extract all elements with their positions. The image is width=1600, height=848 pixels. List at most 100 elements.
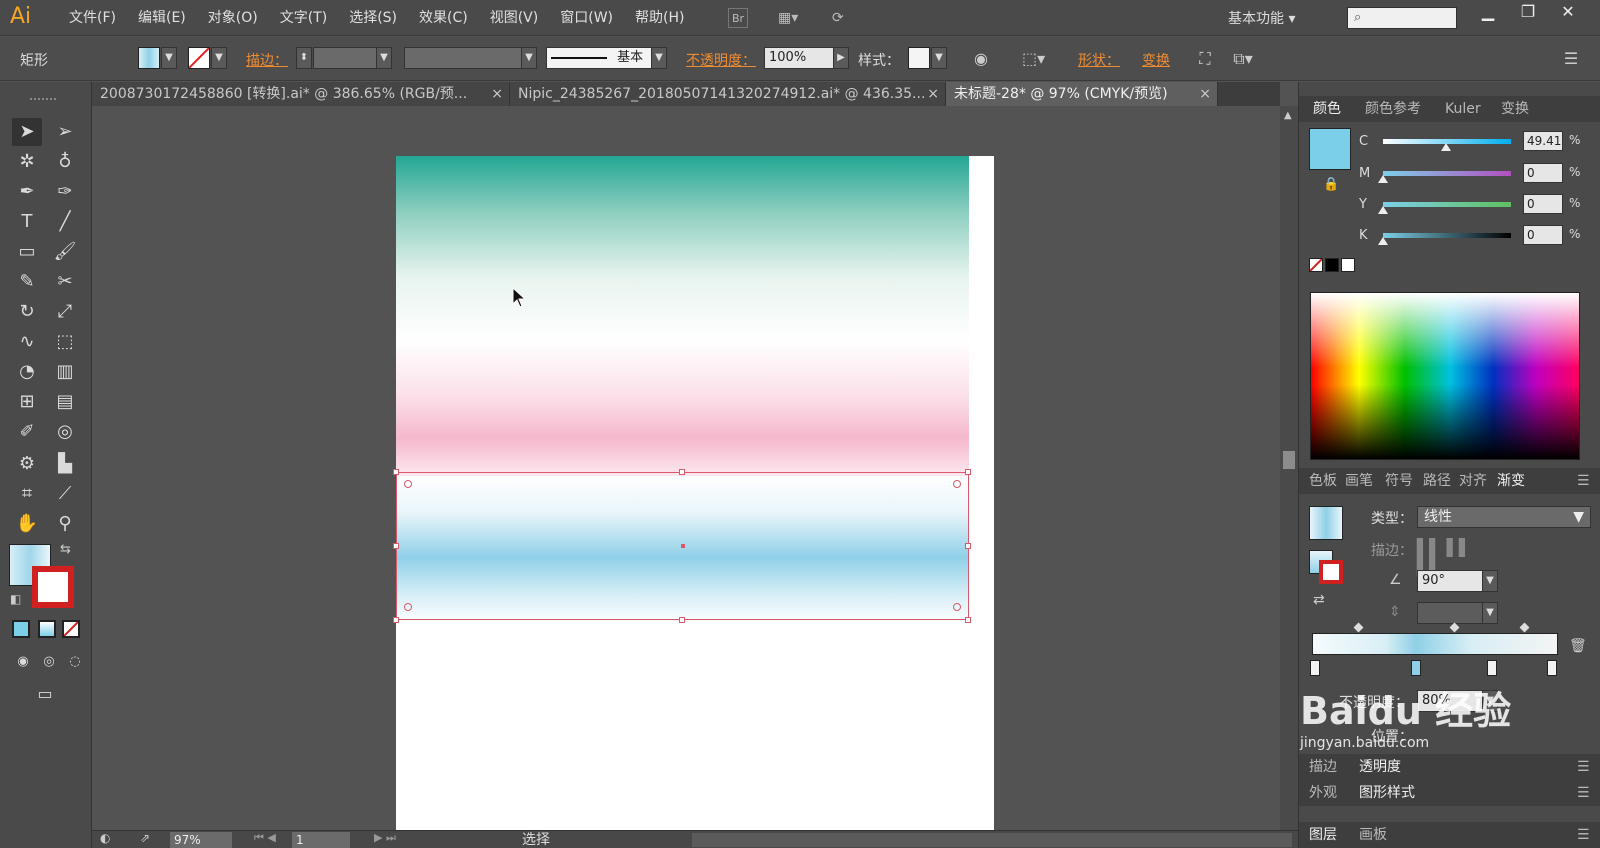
slider-thumb[interactable] [1378, 237, 1388, 245]
panel-menu-icon[interactable]: ☰ [1577, 468, 1590, 494]
handle-bottom-left[interactable] [393, 617, 399, 623]
eyedropper-tool-icon[interactable]: ✐ [12, 418, 42, 446]
restore-button[interactable]: ❐ [1508, 0, 1548, 24]
yellow-value[interactable]: 0 [1523, 194, 1563, 214]
blend-tool-icon[interactable]: ◎ [50, 418, 80, 446]
gradient-stop-3[interactable] [1487, 660, 1497, 676]
brush-dropdown[interactable]: ▼ [651, 47, 667, 69]
tab-document-2[interactable]: Nipic_24385267_20180507141320274912.ai* … [510, 82, 946, 106]
gradient-stop-2[interactable] [1411, 660, 1421, 676]
canvas-area[interactable] [92, 106, 1280, 830]
brush-definition[interactable]: 基本 [546, 47, 652, 69]
black-swatch[interactable] [1325, 258, 1339, 272]
direct-selection-tool-icon[interactable]: ➢ [50, 118, 80, 146]
gradient-slider[interactable] [1312, 633, 1558, 655]
page-field[interactable]: 1 [292, 832, 350, 848]
bridge-button[interactable]: Br [728, 8, 749, 28]
none-mode-icon[interactable] [62, 620, 80, 638]
corner-widget-top-right[interactable] [953, 480, 961, 488]
tab-symbols[interactable]: 符号 [1385, 468, 1413, 494]
artboard[interactable] [393, 156, 994, 830]
opacity-flyout[interactable]: ▶ [833, 47, 849, 69]
delete-stop-icon[interactable]: 🗑 [1569, 638, 1587, 654]
black-value[interactable]: 0 [1523, 225, 1563, 245]
panel-menu-icon[interactable]: ☰ [1577, 822, 1590, 848]
rotate-tool-icon[interactable]: ↻ [12, 298, 42, 326]
stroke-dropdown[interactable]: ▼ [211, 47, 227, 69]
handle-bottom-center[interactable] [679, 617, 685, 623]
recolor-icon[interactable]: ⧉▾ [1232, 48, 1254, 70]
menu-edit[interactable]: 编辑(E) [127, 0, 197, 36]
gradient-mode-icon[interactable] [38, 620, 56, 638]
panel-menu-icon[interactable]: ☰ [1577, 754, 1590, 780]
zoom-field[interactable]: 97% [170, 832, 232, 848]
tab-kuler[interactable]: Kuler [1445, 96, 1481, 122]
color-spectrum[interactable] [1310, 292, 1580, 460]
zoom-tool-icon[interactable]: ⚲ [50, 510, 80, 538]
midpoint-diamond-1[interactable] [1353, 622, 1364, 633]
panel-menu-icon[interactable]: ☰ [1560, 48, 1582, 70]
panel-menu-icon[interactable]: ☰ [1577, 780, 1590, 806]
style-dropdown[interactable]: ▼ [931, 47, 947, 69]
magenta-slider[interactable]: M 0 % [1299, 162, 1600, 188]
aspect-ratio-field[interactable] [1417, 602, 1483, 624]
opacity-link[interactable]: 不透明度： [686, 50, 756, 70]
first-page-icon[interactable]: ⏮ ◀ [254, 831, 276, 845]
magenta-value[interactable]: 0 [1523, 163, 1563, 183]
close-button[interactable]: ✕ [1548, 0, 1588, 24]
none-color-swatch[interactable] [1309, 258, 1323, 272]
tab-transform[interactable]: 变换 [1501, 96, 1529, 122]
gradient-type-select[interactable]: 线性 ▼ [1417, 506, 1591, 528]
variable-width-profile[interactable] [404, 47, 522, 69]
tab-document-3[interactable]: 未标题-28* @ 97% (CMYK/预览) × [946, 82, 1218, 106]
gradient-rectangle-top[interactable] [396, 156, 969, 476]
corner-widget-top-left[interactable] [404, 480, 412, 488]
handle-bottom-right[interactable] [965, 617, 971, 623]
paintbrush-tool-icon[interactable]: 🖌 [50, 238, 80, 266]
magenta-track[interactable] [1383, 171, 1511, 176]
tab-color-guide[interactable]: 颜色参考 [1365, 96, 1421, 122]
scrollbar-thumb[interactable] [1283, 451, 1295, 469]
color-mode-icon[interactable] [12, 620, 30, 638]
midpoint-diamond-3[interactable] [1519, 622, 1530, 633]
handle-middle-left[interactable] [393, 543, 399, 549]
close-tab-icon[interactable]: × [1199, 82, 1211, 106]
screen-mode-icon[interactable]: ▭ [30, 680, 60, 708]
handle-middle-right[interactable] [965, 543, 971, 549]
line-tool-icon[interactable]: ╱ [50, 208, 80, 236]
document-setup-icon[interactable]: ◉ [970, 48, 992, 70]
artboard-tool-icon[interactable]: ⌗ [12, 480, 42, 508]
close-tab-icon[interactable]: × [927, 82, 939, 106]
gradient-stop-1[interactable] [1310, 660, 1320, 676]
tab-color[interactable]: 颜色 [1313, 96, 1341, 122]
yellow-track[interactable] [1383, 202, 1511, 207]
sync-icon[interactable]: ⟳ [832, 8, 844, 28]
workspace-switcher[interactable]: 基本功能 ▾ [1228, 8, 1295, 28]
stroke-gradient-icons[interactable]: ▌▌ ▌▌ ▌▌ [1417, 538, 1497, 576]
tab-pathfinder[interactable]: 路径 [1423, 468, 1451, 494]
stroke-weight-dropdown[interactable]: ▼ [376, 47, 392, 69]
column-graph-tool-icon[interactable]: ▙ [50, 450, 80, 478]
cyan-value[interactable]: 49.41 [1523, 131, 1563, 151]
stroke-link[interactable]: 描边： [246, 50, 288, 70]
corner-widget-bottom-right[interactable] [953, 603, 961, 611]
menu-view[interactable]: 视图(V) [479, 0, 550, 36]
yellow-slider[interactable]: Y 0 % [1299, 193, 1600, 219]
handle-top-left[interactable] [393, 469, 399, 475]
shape-link[interactable]: 形状： [1078, 50, 1120, 70]
scissors-tool-icon[interactable]: ✂ [50, 268, 80, 296]
rectangle-tool-icon[interactable]: ▭ [12, 238, 42, 266]
corner-widget-bottom-left[interactable] [404, 603, 412, 611]
curvature-tool-icon[interactable]: ✑ [50, 178, 80, 206]
menu-window[interactable]: 窗口(W) [549, 0, 624, 36]
toolbar-grip[interactable] [30, 98, 56, 102]
profile-dropdown[interactable]: ▼ [521, 47, 537, 69]
cyan-slider[interactable]: C 49.41 % [1299, 130, 1600, 156]
slider-thumb[interactable] [1440, 143, 1451, 151]
stroke-swatch[interactable] [188, 47, 210, 69]
fill-swatch[interactable] [138, 47, 160, 69]
tab-gradient[interactable]: 渐变 [1497, 468, 1525, 494]
scroll-up-icon[interactable]: ▲ [1284, 110, 1292, 121]
slice-tool-icon[interactable]: ⟋ [50, 480, 80, 508]
tab-brushes[interactable]: 画笔 [1345, 468, 1373, 494]
